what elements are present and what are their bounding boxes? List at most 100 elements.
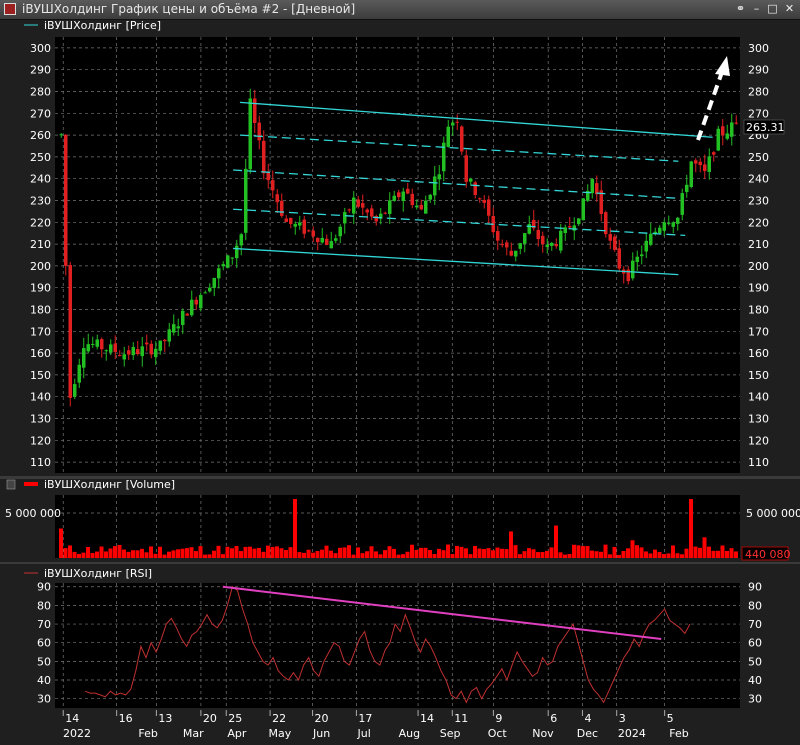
- x-tick-label: 20: [315, 712, 329, 725]
- volume-bar: [590, 550, 594, 558]
- candle-body: [388, 200, 392, 214]
- x-tick-label: 4: [584, 712, 591, 725]
- volume-bar: [293, 499, 297, 558]
- candle-body: [415, 205, 419, 208]
- price-tick-left: 210: [30, 238, 51, 251]
- x-month-label: Aug: [399, 727, 420, 740]
- volume-bar: [689, 499, 693, 558]
- candle-body: [428, 194, 432, 200]
- price-tick-right: 170: [748, 325, 769, 338]
- x-month-label: Dec: [577, 727, 598, 740]
- volume-bar: [126, 551, 131, 558]
- volume-bar: [437, 548, 441, 558]
- rsi-tick-left: 40: [37, 674, 51, 687]
- candle-body: [554, 243, 558, 247]
- volume-bar: [306, 549, 311, 558]
- volume-bar: [180, 548, 185, 558]
- x-month-label: Oct: [488, 727, 508, 740]
- candle-body: [239, 234, 243, 246]
- volume-bar: [342, 547, 347, 558]
- price-tick-right: 180: [748, 304, 769, 317]
- rsi-tick-left: 80: [37, 599, 51, 612]
- candle-body: [451, 122, 455, 126]
- price-tick-left: 150: [30, 369, 51, 382]
- candle-body: [64, 134, 68, 266]
- volume-bar: [113, 546, 117, 558]
- price-tick-left: 200: [30, 260, 51, 273]
- volume-bar: [644, 551, 648, 558]
- volume-bar: [464, 548, 468, 558]
- candle-body: [469, 178, 473, 182]
- volume-bar: [680, 554, 684, 558]
- volume-bar: [482, 549, 486, 558]
- candle-body: [338, 226, 342, 237]
- volume-bar: [518, 554, 522, 558]
- volume-bar: [657, 551, 662, 558]
- volume-bar: [140, 548, 144, 558]
- volume-bar: [81, 552, 86, 558]
- candle-body: [127, 350, 131, 355]
- volume-bar: [504, 549, 509, 558]
- volume-bar: [270, 546, 275, 558]
- candle-body: [518, 243, 522, 249]
- candle-body: [185, 313, 189, 316]
- volume-bar: [432, 553, 437, 558]
- rsi-tick-right: 70: [748, 618, 762, 631]
- candle-body: [716, 128, 720, 151]
- price-tick-left: 110: [30, 456, 51, 469]
- candle-body: [536, 229, 540, 240]
- price-tick-right: 270: [748, 107, 769, 120]
- x-month-label: Nov: [532, 727, 554, 740]
- candle-body: [271, 180, 275, 191]
- volume-bar: [302, 552, 306, 558]
- volume-legend: iВУШХолдинг [Volume]: [44, 478, 175, 491]
- price-tick-left: 250: [30, 151, 51, 164]
- volume-bar: [392, 548, 396, 558]
- volume-bar: [311, 552, 315, 558]
- collapse-button[interactable]: [6, 479, 16, 490]
- volume-bar: [567, 553, 572, 558]
- price-tick-left: 260: [30, 129, 51, 142]
- rsi-tick-left: 50: [37, 655, 51, 668]
- x-tick-label: 16: [119, 712, 133, 725]
- candle-body: [487, 199, 491, 216]
- candle-body: [73, 384, 77, 397]
- volume-bar: [203, 554, 207, 558]
- volume-bar: [693, 546, 698, 558]
- candle-body: [253, 98, 257, 124]
- volume-bar: [500, 548, 504, 558]
- candle-body: [707, 156, 711, 172]
- candle-body: [95, 339, 99, 347]
- candle-body: [221, 264, 225, 267]
- volume-bar: [338, 547, 342, 558]
- price-tick-right: 300: [748, 42, 769, 55]
- rsi-tick-right: 30: [748, 693, 762, 706]
- volume-bar: [131, 550, 135, 558]
- volume-bar: [275, 546, 279, 558]
- volume-bar: [446, 544, 450, 558]
- price-tick-left: 160: [30, 347, 51, 360]
- candle-body: [347, 209, 351, 211]
- candle-body: [181, 310, 185, 325]
- price-tick-right: 110: [748, 456, 769, 469]
- candle-body: [680, 193, 684, 215]
- volume-bar: [396, 554, 401, 558]
- volume-bar: [621, 550, 626, 558]
- candle-body: [671, 222, 675, 227]
- candle-body: [572, 225, 576, 231]
- candle-body: [212, 277, 216, 288]
- volume-bar: [95, 551, 99, 558]
- price-tick-left: 230: [30, 195, 51, 208]
- volume-bar: [509, 531, 513, 558]
- x-tick-label: 13: [158, 712, 172, 725]
- rsi-tick-right: 60: [748, 637, 762, 650]
- candle-body: [590, 179, 594, 194]
- volume-bar: [68, 545, 72, 558]
- candle-body: [392, 195, 396, 201]
- volume-bar: [594, 551, 599, 558]
- x-month-label: Apr: [227, 727, 247, 740]
- volume-bar: [563, 554, 567, 558]
- volume-bar: [387, 546, 392, 558]
- candle-body: [437, 174, 441, 180]
- candle-body: [694, 160, 698, 164]
